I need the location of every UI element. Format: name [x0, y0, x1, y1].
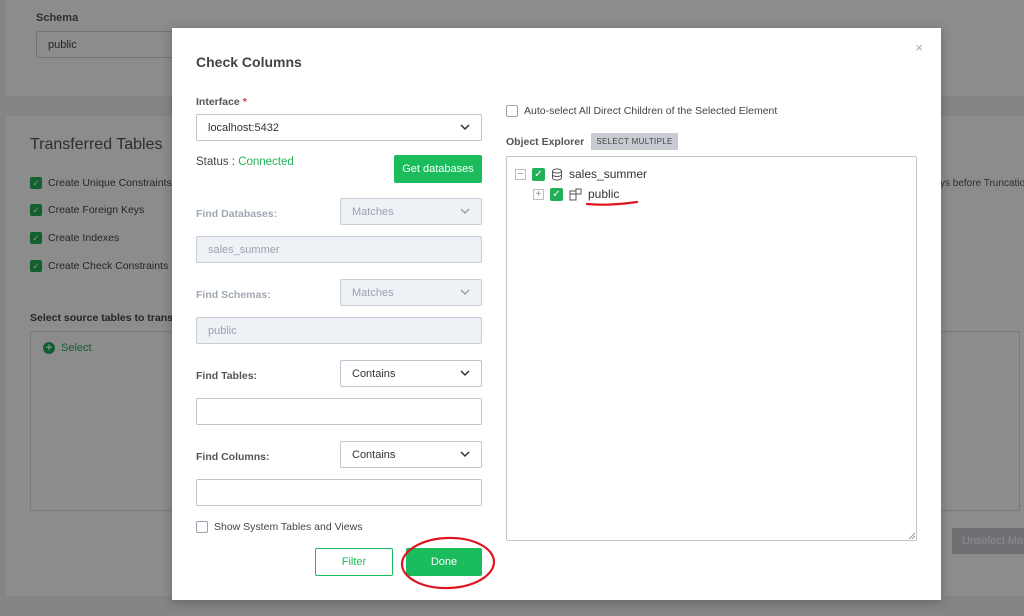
annotation-layer — [400, 200, 639, 590]
annotation-underline — [585, 200, 639, 206]
annotation-ellipse — [400, 536, 496, 590]
